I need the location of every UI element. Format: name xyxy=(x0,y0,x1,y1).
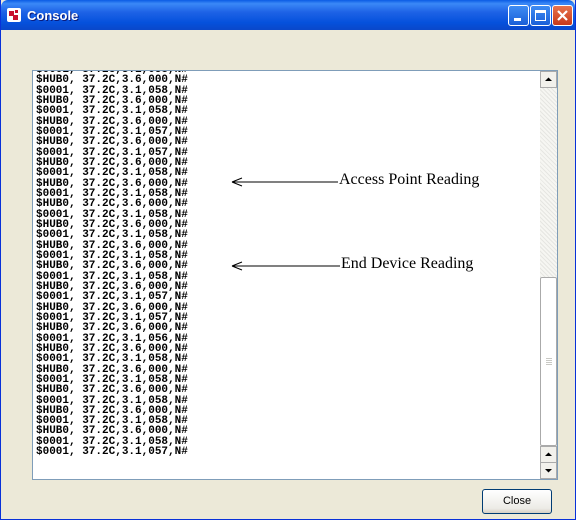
console-line: $HUB0, 37.2C,3.6,000,N# xyxy=(36,322,188,335)
console-line: $0001, 37.2C,3.1,057,N# xyxy=(36,291,188,304)
minimize-button[interactable] xyxy=(508,5,529,26)
scroll-down-button[interactable] xyxy=(540,462,557,479)
access-point-annotation: Access Point Reading xyxy=(339,171,480,188)
end-device-annotation: End Device Reading xyxy=(341,255,474,272)
close-icon xyxy=(557,10,568,21)
minimize-icon xyxy=(514,18,521,21)
close-button[interactable]: Close xyxy=(482,489,552,514)
vertical-scrollbar[interactable] xyxy=(540,71,557,479)
close-window-button[interactable] xyxy=(552,5,573,26)
window-title: Console xyxy=(27,8,79,23)
console-line: $0001, 37.2C,3.1,057,N# xyxy=(36,446,188,459)
arrow-up-icon xyxy=(545,452,552,456)
app-icon xyxy=(7,8,21,22)
maximize-icon xyxy=(535,10,546,21)
scroll-up-button-lower[interactable] xyxy=(540,446,557,463)
grip-icon xyxy=(546,358,552,366)
console-window: Console $0001, 37.2C,3.1,058,N# $HUB0, 37… xyxy=(0,0,576,520)
console-output[interactable]: $0001, 37.2C,3.1,058,N# $HUB0, 37.2C,3.6,… xyxy=(32,70,558,480)
arrow-up-icon xyxy=(545,77,552,81)
arrow-left-icon xyxy=(231,177,338,187)
title-bar[interactable]: Console xyxy=(1,0,575,30)
scroll-up-button[interactable] xyxy=(540,71,557,88)
maximize-button[interactable] xyxy=(530,5,551,26)
console-line: $HUB0, 37.2C,3.6,000,N# xyxy=(36,384,188,397)
arrow-left-icon xyxy=(231,261,340,271)
console-line: $0001, 37.2C,3.1,058,N# xyxy=(36,353,188,366)
scroll-thumb[interactable] xyxy=(540,277,557,446)
arrow-down-icon xyxy=(545,469,552,473)
scroll-track[interactable] xyxy=(540,88,557,277)
